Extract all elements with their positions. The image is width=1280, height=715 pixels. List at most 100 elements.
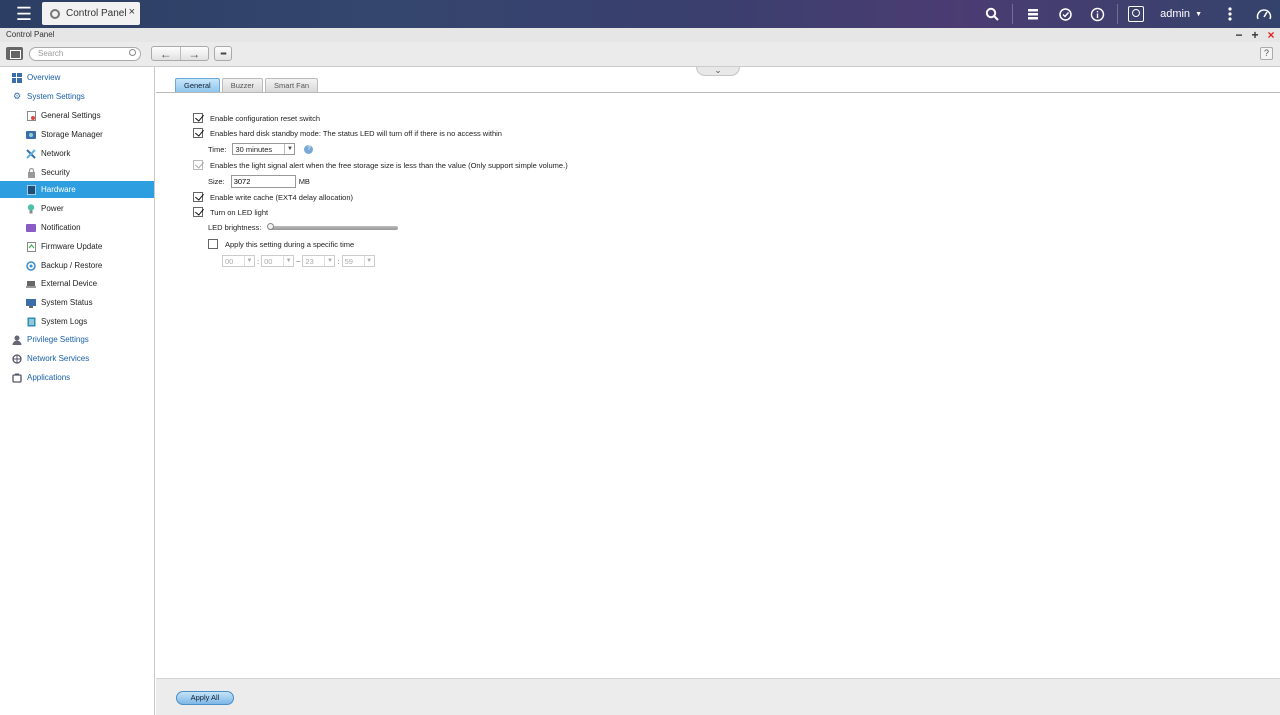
apply-all-button[interactable]: Apply All (176, 691, 234, 705)
info-icon[interactable] (1081, 0, 1113, 28)
slider-handle[interactable] (267, 222, 275, 230)
write-cache-checkbox[interactable] (193, 192, 203, 202)
storage-stack-icon[interactable] (1017, 0, 1049, 28)
back-button[interactable]: ← (152, 47, 181, 61)
sync-icon[interactable] (1049, 0, 1081, 28)
sidebar-item-label: Storage Manager (41, 130, 103, 139)
sidebar-item-label: Network (41, 149, 71, 158)
sidebar-item-power[interactable]: Power (0, 200, 154, 217)
light-alert-label: Enables the light signal alert when the … (210, 160, 568, 170)
sidebar-item-system-logs[interactable]: System Logs (0, 313, 154, 330)
sidebar-item-label: Firmware Update (41, 242, 103, 251)
gear-icon (50, 8, 60, 19)
sidebar-item-notification[interactable]: Notification (0, 219, 154, 236)
time-label: Time: (208, 144, 227, 154)
home-icon[interactable] (6, 47, 23, 60)
window-title: Control Panel (6, 30, 55, 39)
maximize-button[interactable]: + (1250, 28, 1260, 42)
backup-icon (26, 260, 36, 271)
start-minute-select[interactable]: 00 ▼ (261, 255, 295, 267)
minimize-button[interactable]: − (1234, 28, 1244, 42)
sidebar-item-applications[interactable]: Applications (0, 369, 154, 386)
end-minute-value: 59 (344, 256, 353, 266)
standby-time-row: Time: 30 minutes ▼ ? (208, 143, 314, 155)
lock-icon (26, 167, 36, 178)
help-button[interactable]: ? (1260, 47, 1273, 60)
sidebar-item-label: Applications (27, 373, 71, 382)
light-alert-checkbox[interactable] (193, 160, 203, 170)
specific-time-checkbox[interactable] (208, 239, 218, 249)
search-icon (129, 49, 136, 56)
sidebar-item-system-status[interactable]: System Status (0, 294, 154, 311)
grid-view-button[interactable]: ▪▪▪ (214, 46, 232, 61)
applications-icon (12, 373, 22, 383)
notification-icon (26, 223, 36, 233)
sidebar-item-external-device[interactable]: External Device (0, 275, 154, 292)
sidebar-item-security[interactable]: Security (0, 164, 154, 181)
app-tab-close-button[interactable]: × (129, 6, 135, 18)
help-icon[interactable]: ? (304, 144, 314, 154)
sidebar-item-privilege-settings[interactable]: Privilege Settings (0, 331, 154, 348)
start-hour-select[interactable]: 00 ▼ (222, 255, 255, 267)
sidebar-item-backup-restore[interactable]: Backup / Restore (0, 257, 154, 274)
sidebar-item-label: General Settings (41, 111, 101, 120)
username: admin (1160, 8, 1191, 20)
standby-checkbox[interactable] (193, 128, 203, 138)
sidebar-item-label: External Device (41, 279, 98, 288)
reset-switch-label: Enable configuration reset switch (210, 113, 321, 123)
collapse-toggle-button[interactable]: ⌄ (696, 66, 740, 76)
sidebar-item-label: Privilege Settings (27, 335, 89, 344)
light-alert-row: Enables the light signal alert when the … (193, 160, 568, 170)
time-colon: : (337, 256, 340, 266)
sidebar-item-label: System Logs (41, 317, 88, 326)
external-device-icon (26, 279, 36, 289)
standby-time-select[interactable]: 30 minutes ▼ (232, 143, 296, 155)
close-button[interactable]: × (1266, 28, 1276, 42)
sidebar-item-overview[interactable]: Overview (0, 69, 154, 86)
tab-bar: General Buzzer Smart Fan (175, 78, 320, 92)
reset-switch-checkbox[interactable] (193, 113, 203, 123)
sidebar-item-network-services[interactable]: Network Services (0, 350, 154, 367)
size-unit: MB (298, 177, 310, 186)
more-vertical-icon[interactable] (1214, 0, 1246, 28)
chevron-down-icon: ▼ (1195, 10, 1202, 18)
user-menu[interactable]: admin ▼ (1122, 6, 1208, 22)
time-range-row: 00 ▼ : 00 ▼ ~ 23 ▼ : 59 ▼ (222, 255, 375, 267)
hamburger-icon[interactable]: ☰ (0, 0, 48, 28)
toolbar: Search ← → ▪▪▪ ? (0, 42, 1280, 67)
size-input[interactable] (230, 175, 296, 188)
storage-icon (26, 130, 36, 140)
start-hour-value: 00 (225, 256, 234, 266)
end-minute-select[interactable]: 59 ▼ (341, 255, 375, 267)
search-icon[interactable] (976, 0, 1008, 28)
tab-smart-fan[interactable]: Smart Fan (265, 78, 319, 92)
forward-button[interactable]: → (181, 47, 209, 61)
led-brightness-label: LED brightness: (208, 223, 262, 232)
size-label: Size: (208, 177, 225, 186)
tab-general[interactable]: General (175, 78, 220, 92)
system-logs-icon (26, 317, 36, 327)
sidebar-item-network[interactable]: Network (0, 145, 154, 162)
dashboard-gauge-icon[interactable] (1248, 0, 1280, 28)
sidebar-item-storage-manager[interactable]: Storage Manager (0, 126, 154, 143)
hardware-icon (26, 184, 36, 195)
sidebar-item-label: Notification (41, 223, 81, 232)
chevron-down-icon: ▼ (284, 144, 294, 154)
power-bulb-icon (26, 203, 36, 214)
tab-buzzer[interactable]: Buzzer (221, 78, 264, 92)
sidebar-item-general-settings[interactable]: General Settings (0, 107, 154, 124)
end-hour-select[interactable]: 23 ▼ (302, 255, 336, 267)
range-separator: ~ (296, 256, 301, 266)
sidebar-item-firmware-update[interactable]: Firmware Update (0, 238, 154, 255)
led-brightness-slider[interactable] (267, 222, 399, 230)
search-input[interactable]: Search (29, 47, 141, 61)
network-services-icon (12, 353, 22, 364)
sidebar-item-hardware[interactable]: Hardware (0, 181, 154, 198)
app-tab-control-panel[interactable]: Control Panel × (42, 2, 140, 25)
start-minute-value: 00 (264, 256, 273, 266)
general-settings-icon (26, 110, 36, 121)
led-light-checkbox[interactable] (193, 207, 203, 217)
size-row: Size: MB (208, 175, 310, 188)
sidebar: Overview ⚙ System Settings General Setti… (0, 67, 155, 715)
sidebar-item-system-settings[interactable]: ⚙ System Settings (0, 88, 154, 105)
